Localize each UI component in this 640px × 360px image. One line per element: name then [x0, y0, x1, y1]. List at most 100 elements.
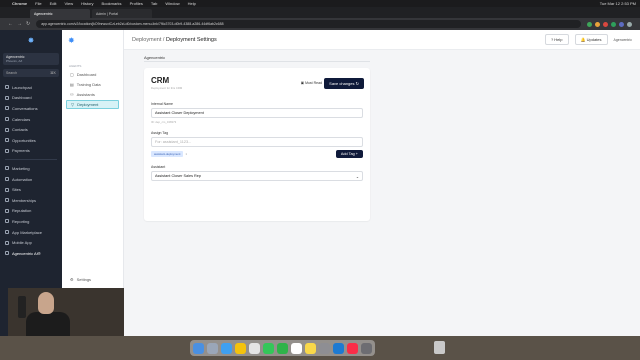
- sidebar-search[interactable]: Search ⌘K: [3, 69, 59, 77]
- dashboard-icon: [5, 95, 9, 100]
- updates-label: Updates: [586, 37, 602, 42]
- menubar-item-profiles[interactable]: Profiles: [130, 1, 143, 6]
- sidebar-item-automation[interactable]: Automation: [0, 174, 62, 185]
- extension-icon[interactable]: [603, 21, 608, 27]
- remove-tag-icon[interactable]: ×: [185, 152, 187, 156]
- sidebar-item-opportunities[interactable]: Opportunities: [0, 135, 62, 146]
- extension-icon[interactable]: [611, 21, 616, 27]
- safari-icon[interactable]: [221, 342, 232, 354]
- assistant-selected-value: Assistant Closer Sales Rep: [155, 174, 202, 178]
- calendar-app-icon[interactable]: [291, 342, 302, 354]
- sidebar-item-label: Marketing: [12, 165, 30, 171]
- sidebar-item-agencentric-ai[interactable]: Agencentric AI®: [0, 248, 62, 259]
- menubar-item-bookmarks[interactable]: Bookmarks: [102, 1, 122, 6]
- must-read-link[interactable]: ▣ Must Read: [301, 81, 322, 85]
- sidebar-item-reputation[interactable]: Reputation: [0, 206, 62, 217]
- agencentric-logo[interactable]: ✸: [0, 30, 62, 50]
- back-icon[interactable]: ←: [8, 21, 13, 27]
- sidebar-item-calendars[interactable]: Calendars: [0, 114, 62, 125]
- subnav-settings[interactable]: ⚙ Settings: [66, 277, 91, 282]
- subnav-item-dashboard[interactable]: ▢ Dashboard: [66, 70, 119, 79]
- breadcrumb-parent[interactable]: Deployment: [132, 37, 161, 43]
- menubar-item-tab[interactable]: Tab: [151, 1, 157, 6]
- sidebar-item-sites[interactable]: Sites: [0, 184, 62, 195]
- save-changes-button[interactable]: Save changes ↻: [324, 78, 364, 89]
- phone-icon: [5, 240, 9, 245]
- sidebar-item-memberships[interactable]: Memberships: [0, 195, 62, 206]
- profile-avatar[interactable]: [627, 21, 632, 27]
- browser-tab-strip: Agencentric Admin | Portal: [0, 7, 640, 18]
- page-header: Deployment / Deployment Settings ? Help …: [124, 30, 640, 50]
- app-icon[interactable]: [361, 342, 372, 354]
- messages-icon[interactable]: [263, 342, 274, 354]
- sidebar-item-launchpad[interactable]: Launchpad: [0, 82, 62, 93]
- notes-icon[interactable]: [305, 342, 316, 354]
- system-settings-icon[interactable]: [319, 342, 330, 354]
- help-button[interactable]: ? Help: [544, 34, 569, 45]
- menubar-item-chrome[interactable]: Chrome: [12, 1, 27, 6]
- users-icon: ⚇: [70, 92, 74, 97]
- address-bar[interactable]: app.agencentric.com/v2/location/jkO9nrwu…: [36, 20, 581, 28]
- subnav-item-training-data[interactable]: ▤ Training Data: [66, 80, 119, 89]
- account-switcher[interactable]: Agencentric Phoenix, AZ: [3, 53, 59, 65]
- music-icon[interactable]: [347, 342, 358, 354]
- add-tag-button[interactable]: Add Tag +: [335, 150, 363, 158]
- photos-icon[interactable]: [249, 342, 260, 354]
- extension-icon[interactable]: [587, 21, 592, 27]
- reload-icon[interactable]: ↻: [26, 21, 30, 27]
- globe-icon: [5, 187, 9, 192]
- location-tab[interactable]: Agencentric: [144, 55, 165, 60]
- chrome-icon[interactable]: [235, 342, 246, 354]
- menubar-item-window[interactable]: Window: [165, 1, 179, 6]
- subnav-section-title: AGENTS: [69, 64, 82, 68]
- settings-label: Settings: [76, 277, 92, 282]
- subnav-item-label: Assistants: [76, 92, 95, 97]
- browser-tab-agencentric[interactable]: Agencentric: [30, 9, 90, 18]
- forward-icon[interactable]: →: [17, 21, 22, 27]
- launchpad-icon[interactable]: [207, 342, 218, 354]
- internal-name-label: Internal Name: [151, 102, 173, 106]
- sidebar-item-dashboard[interactable]: Dashboard: [0, 93, 62, 104]
- sidebar-item-marketing[interactable]: Marketing: [0, 163, 62, 174]
- menubar-clock[interactable]: Tue Mar 12 2:53 PM: [600, 1, 636, 6]
- sidebar-item-reporting[interactable]: Reporting: [0, 216, 62, 227]
- sidebar-item-app-marketplace[interactable]: App Marketplace: [0, 227, 62, 238]
- breadcrumb: Deployment / Deployment Settings: [132, 37, 217, 43]
- internal-name-input[interactable]: Assistant Closer Deployment: [151, 108, 363, 118]
- facetime-icon[interactable]: [277, 342, 288, 354]
- sidebar-item-label: Dashboard: [12, 95, 32, 101]
- browser-tab-admin-portal[interactable]: Admin | Portal: [92, 9, 152, 18]
- sidebar-item-label: Contacts: [12, 127, 28, 133]
- vscode-icon[interactable]: [333, 342, 344, 354]
- help-label: Help: [554, 37, 563, 42]
- sidebar-item-contacts[interactable]: Contacts: [0, 124, 62, 135]
- menubar-item-history[interactable]: History: [81, 1, 93, 6]
- webcam-overlay: [8, 288, 124, 336]
- sidebar-item-label: Opportunities: [12, 137, 36, 143]
- trash-icon[interactable]: [434, 341, 445, 354]
- sidebar-item-label: Mobile App: [12, 240, 32, 246]
- extension-icon[interactable]: [619, 21, 624, 27]
- sidebar-item-label: Reporting: [12, 218, 30, 224]
- chat-icon: [5, 106, 9, 111]
- tab-underline: [144, 61, 370, 62]
- sidebar-item-mobile-app[interactable]: Mobile App: [0, 237, 62, 248]
- extension-icon[interactable]: [595, 21, 600, 27]
- subnav-item-label: Training Data: [76, 82, 101, 87]
- finder-icon[interactable]: [193, 342, 204, 354]
- updates-button[interactable]: 🔔 Updates: [574, 34, 608, 45]
- tag-chip: assistant-deployment: [151, 151, 184, 157]
- menubar-item-file[interactable]: File: [35, 1, 41, 6]
- sidebar-item-payments[interactable]: Payments: [0, 146, 62, 157]
- subnav-item-deployment[interactable]: ▽ Deployment: [66, 100, 119, 109]
- menubar-item-help[interactable]: Help: [188, 1, 196, 6]
- subnav-item-assistants[interactable]: ⚇ Assistants: [66, 90, 119, 99]
- rocket-icon: [5, 85, 9, 90]
- menubar-item-view[interactable]: View: [64, 1, 73, 6]
- sidebar-nav: Launchpad Dashboard Conversations Calend…: [0, 82, 62, 259]
- assistant-select[interactable]: Assistant Closer Sales Rep ⌄: [151, 171, 363, 181]
- menubar-item-edit[interactable]: Edit: [50, 1, 57, 6]
- account-location: Phoenix, AZ: [6, 59, 23, 63]
- assign-tag-input[interactable]: For: assistant_1123...: [151, 137, 363, 147]
- sidebar-item-conversations[interactable]: Conversations: [0, 103, 62, 114]
